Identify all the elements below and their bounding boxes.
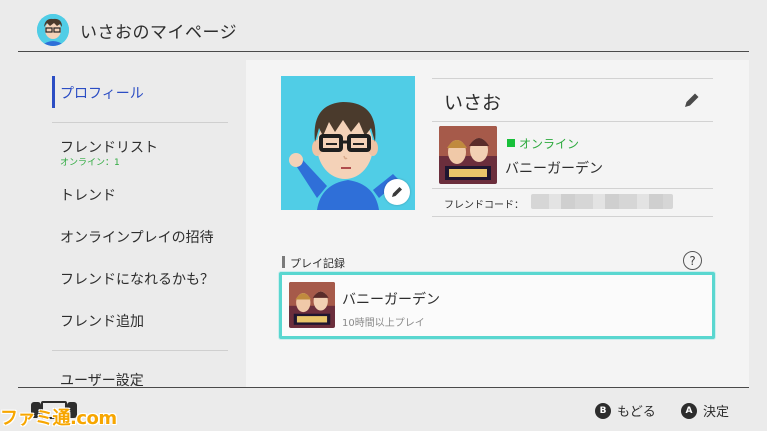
active-indicator <box>52 76 55 108</box>
section-marker <box>282 256 285 268</box>
info-divider <box>432 121 713 122</box>
info-divider <box>432 188 713 189</box>
back-button[interactable]: B もどる <box>595 401 656 420</box>
user-avatar-icon <box>37 14 69 46</box>
online-count-badge: オンライン：1 <box>60 158 120 168</box>
sidebar-item-profile[interactable]: プロフィール <box>60 83 144 103</box>
friend-code-blurred <box>531 194 673 209</box>
online-status-label: オンライン <box>519 137 580 151</box>
online-status-dot <box>507 139 515 147</box>
a-button-icon: A <box>681 402 697 419</box>
info-divider <box>432 78 713 79</box>
sidebar-item-add-friend[interactable]: フレンド追加 <box>60 311 144 331</box>
question-icon: ? <box>689 253 696 268</box>
sidebar <box>18 60 246 387</box>
sidebar-item-friend-list[interactable]: フレンドリスト <box>60 137 158 157</box>
sidebar-item-online-invite[interactable]: オンラインプレイの招待 <box>60 227 214 247</box>
edit-name-button[interactable] <box>683 91 701 109</box>
watermark-logo: ファミ通.com <box>0 408 117 429</box>
sidebar-item-trend[interactable]: トレンド <box>60 185 116 205</box>
pencil-icon <box>392 187 402 197</box>
username: いさお <box>444 92 502 114</box>
sidebar-divider <box>52 122 228 123</box>
header-divider <box>18 51 749 52</box>
confirm-label: 決定 <box>703 405 730 420</box>
play-record-game-name: バニーガーデン <box>342 292 440 308</box>
sidebar-item-suggested-friends[interactable]: フレンドになれるかも？ <box>60 269 214 289</box>
play-record-title: プレイ記録 <box>290 257 345 270</box>
help-button[interactable]: ? <box>683 251 702 270</box>
sidebar-divider <box>52 350 228 351</box>
current-game-name: バニーガーデン <box>505 161 603 177</box>
game-thumbnail <box>289 282 335 328</box>
game-thumbnail <box>439 126 497 184</box>
pencil-icon <box>685 93 699 107</box>
back-label: もどる <box>617 405 656 420</box>
footer-divider <box>18 387 749 388</box>
friend-code-label: フレンドコード： <box>444 200 524 211</box>
page-header: いさおのマイページ <box>0 0 767 52</box>
page-title: いさおのマイページ <box>80 23 238 43</box>
play-time-label: 10時間以上プレイ <box>342 318 425 329</box>
info-divider <box>432 216 713 217</box>
b-button-icon: B <box>595 402 611 419</box>
edit-avatar-button[interactable] <box>384 179 410 205</box>
confirm-button[interactable]: A 決定 <box>681 401 729 420</box>
